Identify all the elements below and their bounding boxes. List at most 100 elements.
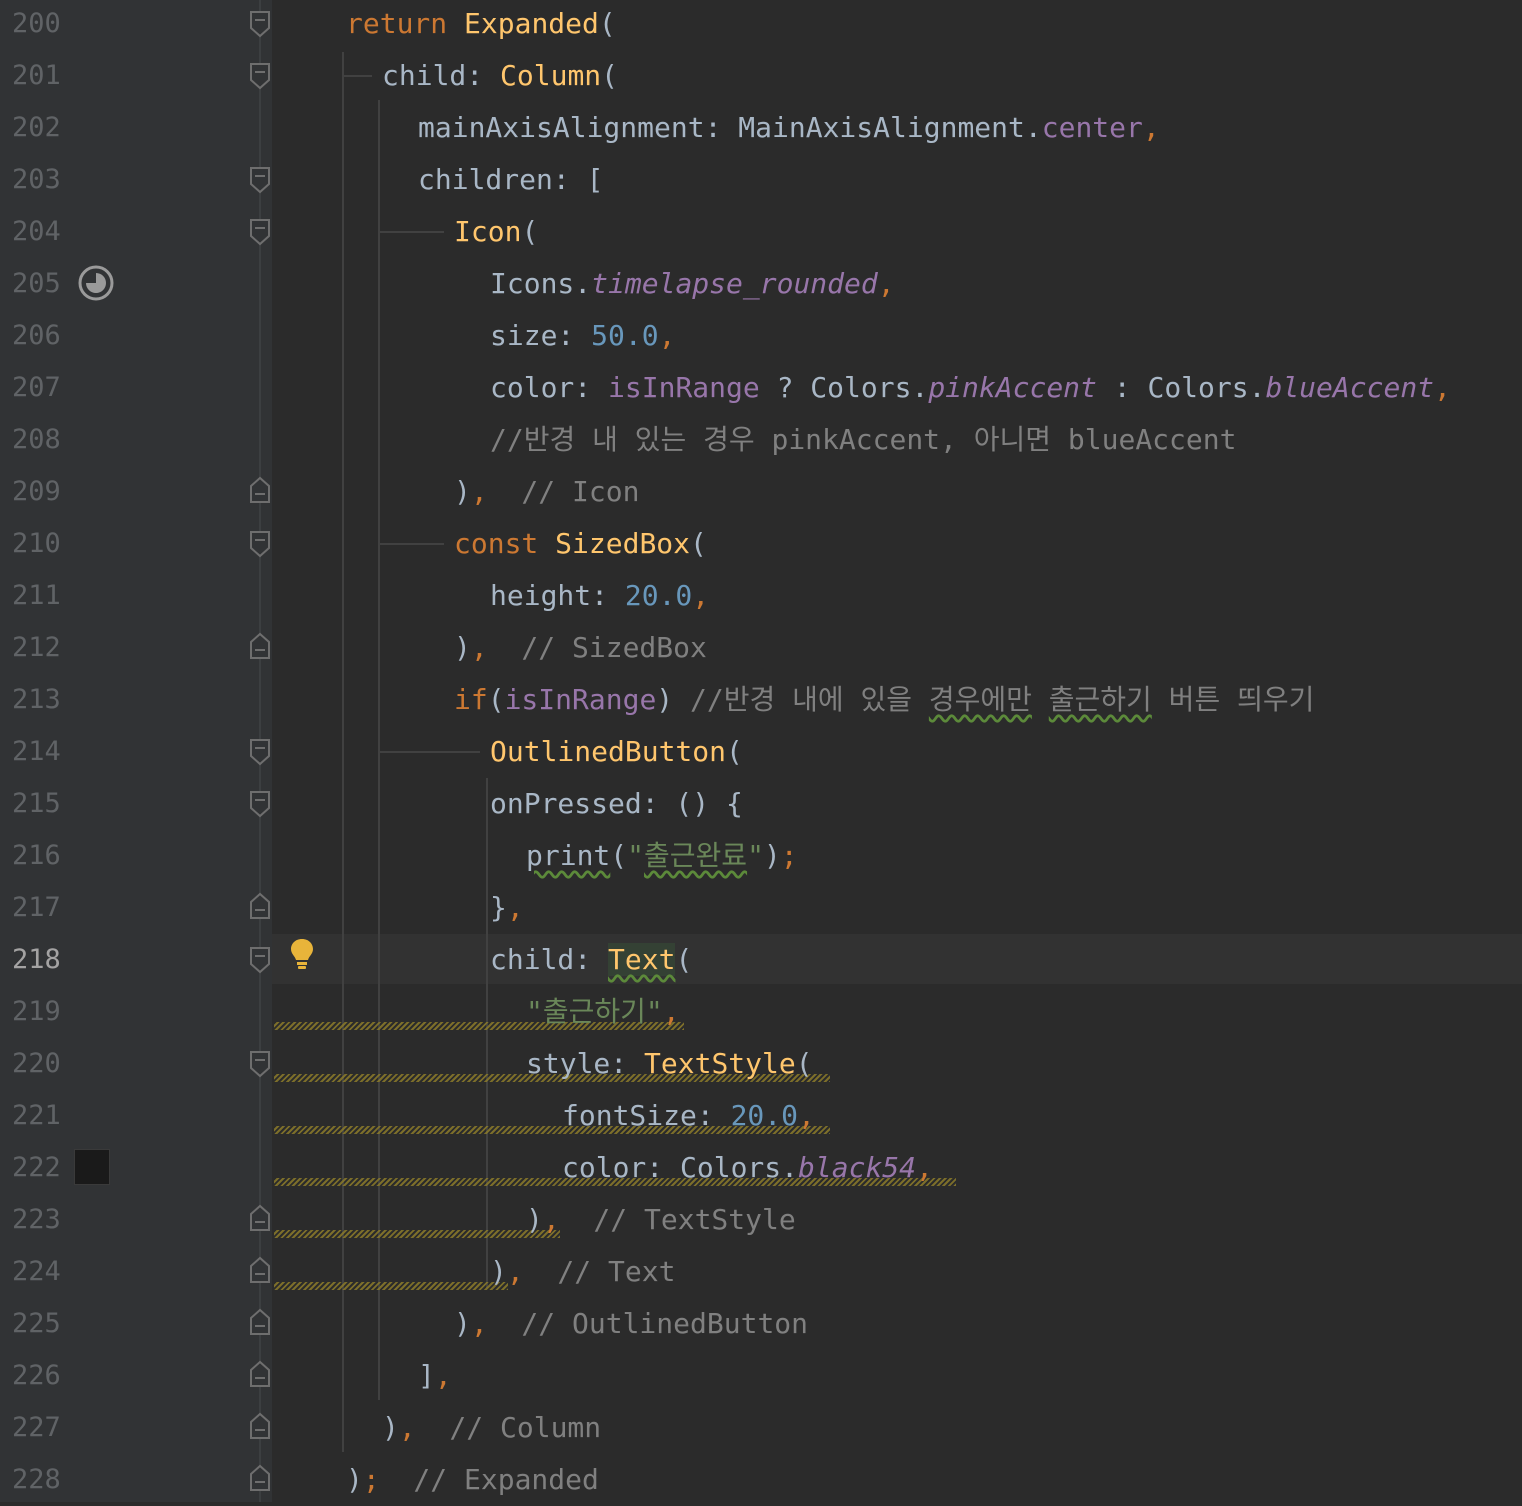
code-line-203[interactable]: children: [ (418, 154, 603, 206)
fold-open-icon[interactable] (249, 10, 271, 38)
code-line-224[interactable]: ), // Text (490, 1246, 675, 1298)
comment: //반경 내에 있을 (690, 683, 929, 716)
static-field: pinkAccent (928, 371, 1097, 404)
indent-guide (378, 543, 444, 545)
code-text: ( (487, 683, 505, 716)
code-line-209[interactable]: ), // Icon (454, 466, 639, 518)
code-text: ( (601, 59, 619, 92)
comment: // Text (523, 1255, 676, 1288)
code-line-225[interactable]: ), // OutlinedButton (454, 1298, 808, 1350)
fold-open-icon[interactable] (249, 218, 271, 246)
code-text: ( (521, 215, 539, 248)
fold-close-icon[interactable] (249, 892, 271, 920)
code-text: children: [ (418, 163, 604, 196)
line-number: 228 (12, 1464, 61, 1495)
string-literal: 출근완료 (644, 839, 748, 872)
comment: // SizedBox (487, 631, 707, 664)
current-line-highlight (262, 934, 1522, 984)
code-line-213[interactable]: if(isInRange) //반경 내에 있을 경우에만 출근하기 버튼 띄우… (454, 674, 1314, 726)
code-text: child: (490, 943, 609, 976)
code-line-207[interactable]: color: isInRange ? Colors.pinkAccent : C… (490, 362, 1451, 414)
fold-open-icon[interactable] (249, 530, 271, 558)
lightbulb-icon[interactable] (289, 937, 315, 971)
code-line-212[interactable]: ), // SizedBox (454, 622, 707, 674)
warning-underline (274, 1230, 560, 1238)
class-name: SizedBox (555, 527, 691, 560)
code-line-205[interactable]: Icons.timelapse_rounded, (490, 258, 895, 310)
code-line-227[interactable]: ), // Column (382, 1402, 601, 1454)
fold-close-icon[interactable] (249, 1204, 271, 1232)
line-number: 223 (12, 1204, 61, 1235)
comment (1032, 683, 1049, 716)
code-text: ( (690, 527, 707, 560)
fold-open-icon[interactable] (249, 738, 271, 766)
code-text: color: (490, 371, 609, 404)
code-line-223[interactable]: ), // TextStyle (526, 1194, 796, 1246)
code-line-228[interactable]: ); // Expanded (346, 1454, 599, 1506)
code-text: ) (454, 631, 471, 664)
code-line-206[interactable]: size: 50.0, (490, 310, 675, 362)
code-line-220[interactable]: style: TextStyle( (526, 1038, 813, 1090)
code-line-201[interactable]: child: Column( (382, 50, 618, 102)
code-text: ] (418, 1359, 435, 1392)
punctuation: , (470, 1307, 488, 1340)
code-line-216[interactable]: print("출근완료"); (526, 830, 798, 882)
fold-open-icon[interactable] (249, 946, 271, 974)
code-line-217[interactable]: }, (490, 882, 524, 934)
fold-open-icon[interactable] (249, 790, 271, 818)
code-line-204[interactable]: Icon( (454, 206, 538, 258)
line-number: 205 (12, 268, 61, 299)
class-name: Icon (454, 215, 522, 248)
code-text: fontSize: (562, 1099, 731, 1132)
string-literal: " (627, 839, 645, 872)
code-text: ( (795, 1047, 813, 1080)
fold-open-icon[interactable] (249, 1050, 271, 1078)
code-line-200[interactable]: return Expanded( (346, 0, 616, 50)
punctuation: , (398, 1411, 416, 1444)
fold-close-icon[interactable] (249, 476, 271, 504)
fold-close-icon[interactable] (249, 1308, 271, 1336)
line-number: 208 (12, 424, 61, 455)
code-text: height: (490, 579, 625, 612)
line-number: 207 (12, 372, 61, 403)
fold-close-icon[interactable] (249, 1412, 271, 1440)
class-name: Expanded (464, 7, 599, 40)
fold-close-icon[interactable] (249, 632, 271, 660)
code-line-218[interactable]: child: Text( (490, 934, 692, 986)
fold-close-icon[interactable] (249, 1256, 271, 1284)
code-line-222[interactable]: color: Colors.black54, (562, 1142, 933, 1194)
comment: // OutlinedButton (487, 1307, 809, 1340)
punctuation: , (662, 995, 680, 1028)
code-line-215[interactable]: onPressed: () { (490, 778, 743, 830)
indent-guide (378, 751, 480, 753)
line-number: 222 (12, 1152, 61, 1183)
code-line-221[interactable]: fontSize: 20.0, (562, 1090, 815, 1142)
code-editor[interactable]: 200 201 202 203 204 205 206 207 208 209 … (0, 0, 1522, 1502)
comment-typo: 경우에만 (928, 683, 1032, 716)
code-line-214[interactable]: OutlinedButton( (490, 726, 743, 778)
code-line-226[interactable]: ], (418, 1350, 452, 1402)
code-line-211[interactable]: height: 20.0, (490, 570, 709, 622)
code-line-210[interactable]: const SizedBox( (454, 518, 707, 570)
fold-close-icon[interactable] (249, 1464, 271, 1492)
fold-close-icon[interactable] (249, 1360, 271, 1388)
line-number: 204 (12, 216, 61, 247)
keyword: const (454, 527, 556, 560)
class-name: Text (608, 943, 676, 976)
code-text: ( (675, 943, 693, 976)
punctuation: , (1434, 371, 1451, 404)
line-number: 221 (12, 1100, 61, 1131)
punctuation: , (542, 1203, 560, 1236)
static-field: timelapse_rounded (591, 267, 878, 300)
code-line-219[interactable]: "출근하기", (526, 986, 680, 1038)
code-text: ) (490, 1255, 507, 1288)
fold-open-icon[interactable] (249, 62, 271, 90)
code-line-202[interactable]: mainAxisAlignment: MainAxisAlignment.cen… (418, 102, 1160, 154)
code-text: ) (454, 1307, 471, 1340)
color-swatch-icon[interactable] (74, 1149, 110, 1185)
class-name: Column (500, 59, 602, 92)
code-line-208[interactable]: //반경 내 있는 경우 pinkAccent, 아니면 blueAccent (490, 414, 1236, 466)
indent-guide (342, 75, 372, 77)
timelapse-icon[interactable] (77, 264, 115, 302)
fold-open-icon[interactable] (249, 166, 271, 194)
